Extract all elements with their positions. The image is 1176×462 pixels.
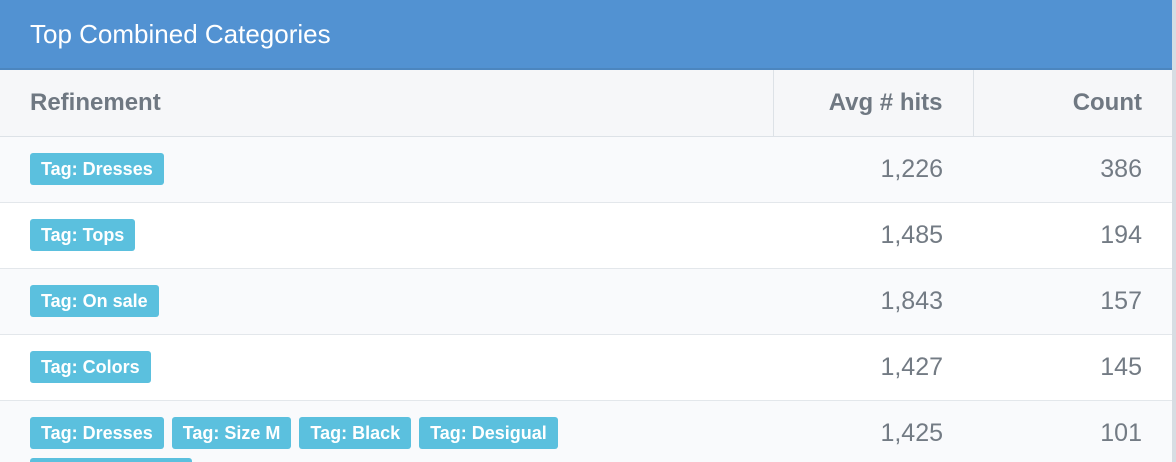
table-row: Tag: Tops 1,485 194: [0, 202, 1172, 268]
avg-hits-cell: 1,226: [880, 154, 943, 183]
tag-label[interactable]: Tag: On sale: [30, 285, 159, 317]
tag-label[interactable]: Tag: Black: [299, 417, 412, 449]
refinement-cell: Tag: Dresses: [0, 136, 773, 202]
table-row: Tag: On sale 1,843 157: [0, 268, 1172, 334]
refinement-cell: Tag: Dresses Tag: Size M Tag: Black Tag:…: [0, 400, 773, 462]
table-row: Tag: Colors 1,427 145: [0, 334, 1172, 400]
refinement-cell: Tag: Colors: [0, 334, 773, 400]
avg-hits-cell: 1,427: [880, 352, 943, 381]
table-row: Tag: Dresses Tag: Size M Tag: Black Tag:…: [0, 400, 1172, 462]
count-cell: 386: [1100, 154, 1142, 183]
refinement-cell: Tag: On sale: [0, 268, 773, 334]
count-cell: 194: [1100, 220, 1142, 249]
tag-label[interactable]: Tag: Colors: [30, 351, 151, 383]
table-row: Tag: Dresses 1,226 386: [0, 136, 1172, 202]
table-header-row: Refinement Avg # hits Count: [0, 70, 1172, 137]
avg-hits-cell: 1,843: [880, 286, 943, 315]
tag-label[interactable]: Tag: Size M: [171, 417, 292, 449]
tag-label[interactable]: Tag: Tops: [30, 219, 136, 251]
avg-hits-cell: 1,485: [880, 220, 943, 249]
count-cell: 145: [1100, 352, 1142, 381]
tag-label-partial[interactable]: [30, 458, 192, 462]
count-cell: 157: [1100, 286, 1142, 315]
top-combined-categories-panel: Top Combined Categories Refinement Avg #…: [0, 0, 1176, 462]
refinement-cell: Tag: Tops: [0, 202, 773, 268]
count-cell: 101: [1100, 418, 1142, 447]
categories-table: Refinement Avg # hits Count Tag: Dresses…: [0, 70, 1172, 462]
column-header-count[interactable]: Count: [972, 70, 1172, 137]
avg-hits-cell: 1,425: [880, 418, 943, 447]
tag-label[interactable]: Tag: Dresses: [30, 417, 164, 449]
column-header-refinement[interactable]: Refinement: [0, 70, 773, 137]
column-header-avg-hits[interactable]: Avg # hits: [772, 70, 973, 137]
tag-label[interactable]: Tag: Desigual: [419, 417, 558, 449]
tag-label[interactable]: Tag: Dresses: [30, 153, 164, 185]
panel-title: Top Combined Categories: [0, 0, 1172, 70]
